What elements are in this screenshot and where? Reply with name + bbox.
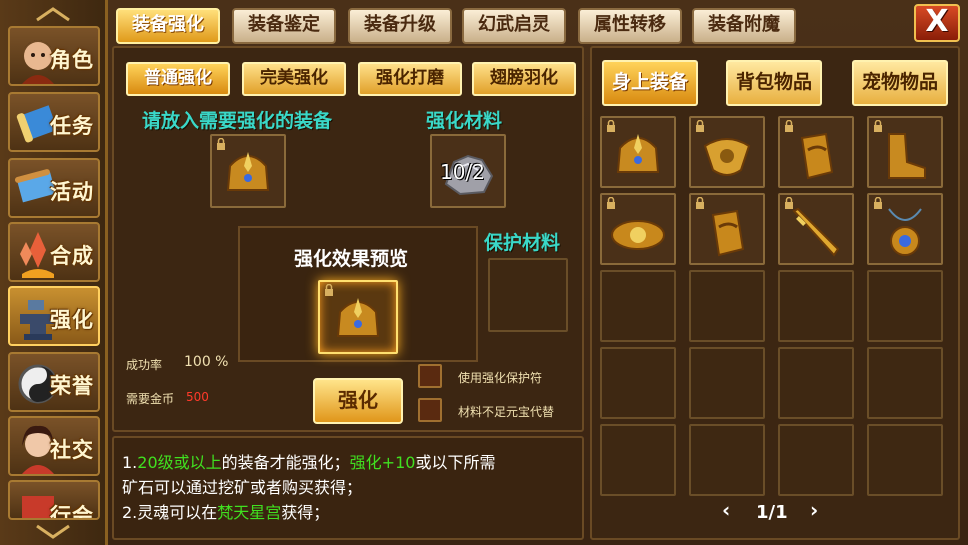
subtab-polish[interactable]: 强化打磨 — [358, 62, 462, 96]
ingot-replace-label: 材料不足元宝代替 — [458, 405, 555, 419]
inventory-slot[interactable] — [689, 116, 765, 188]
helmet-icon — [616, 134, 660, 173]
gold-label: 需要金币 — [126, 392, 175, 406]
helmet-icon — [226, 152, 270, 191]
tab-upgrade[interactable]: 装备升级 — [348, 8, 452, 44]
nav-item-social[interactable]: 社交 — [8, 416, 100, 476]
inventory-slot-empty[interactable] — [778, 270, 854, 342]
tab-transfer[interactable]: 属性转移 — [578, 8, 682, 44]
protect-label: 保护材料 — [484, 232, 561, 254]
nav-item-synthesis[interactable]: 合成 — [8, 222, 100, 282]
protect-slot[interactable] — [488, 258, 568, 332]
preview-slot — [318, 280, 398, 354]
nav-item-event[interactable]: 活动 — [8, 158, 100, 218]
prev-page-icon[interactable]: ‹ — [722, 498, 730, 522]
inventory-slot-empty[interactable] — [600, 424, 676, 496]
info-line-2: 矿石可以通过挖矿或者购买获得； — [122, 478, 363, 497]
inventory-slot-empty[interactable] — [600, 270, 676, 342]
enhance-window: 角色 任务 活动 合成 强化 荣誉 社交 行会 装备强化 装备鉴定 装备升级 幻… — [0, 0, 968, 545]
inventory-slot[interactable] — [867, 193, 943, 265]
nav-label: 角色 — [50, 48, 94, 72]
enhance-button[interactable]: 强化 — [313, 378, 403, 424]
nav-label: 强化 — [50, 308, 94, 332]
inventory-slot-empty[interactable] — [689, 347, 765, 419]
nav-item-enhance[interactable]: 强化 — [8, 286, 100, 346]
nav-item-quest[interactable]: 任务 — [8, 92, 100, 152]
subtab-normal[interactable]: 普通强化 — [126, 62, 230, 96]
ingot-replace-checkbox[interactable] — [418, 398, 442, 422]
info-line-3: 2.灵魂可以在梵天星宫获得； — [122, 503, 330, 522]
inventory-slot-empty[interactable] — [778, 424, 854, 496]
success-rate-value: 100 % — [184, 354, 229, 370]
place-equip-label: 请放入需要强化的装备 — [142, 110, 333, 132]
inventory-slot-empty[interactable] — [867, 347, 943, 419]
nav-scroll-up-icon[interactable] — [28, 4, 78, 24]
inventory-slot[interactable] — [600, 193, 676, 265]
inventory-slot[interactable] — [778, 116, 854, 188]
sword-icon — [792, 207, 840, 257]
subtab-wing[interactable]: 翅膀羽化 — [472, 62, 576, 96]
use-protect-label: 使用强化保护符 — [458, 371, 543, 385]
bracer-icon — [711, 209, 745, 257]
inventory-slot-empty[interactable] — [689, 424, 765, 496]
nav-label: 任务 — [50, 114, 94, 138]
side-nav: 角色 任务 活动 合成 强化 荣誉 社交 行会 — [0, 0, 108, 545]
nav-label: 社交 — [50, 438, 94, 462]
inv-tab-bag[interactable]: 背包物品 — [726, 60, 822, 106]
nav-item-honor[interactable]: 荣誉 — [8, 352, 100, 412]
nav-label: 行会 — [50, 504, 94, 520]
inventory-slot[interactable] — [689, 193, 765, 265]
info-line-1: 1.20级或以上的装备才能强化；强化+10或以下所需 — [122, 453, 496, 472]
success-rate-label: 成功率 — [126, 358, 163, 372]
use-protect-checkbox[interactable] — [418, 364, 442, 388]
close-button[interactable]: X — [914, 4, 960, 42]
inventory-slot[interactable] — [867, 116, 943, 188]
inventory-slot-empty[interactable] — [867, 270, 943, 342]
nav-item-guild[interactable]: 行会 — [8, 480, 100, 520]
tab-identify[interactable]: 装备鉴定 — [232, 8, 336, 44]
necklace-icon — [888, 208, 922, 256]
inventory-slot[interactable] — [778, 193, 854, 265]
nav-label: 合成 — [50, 244, 94, 268]
bracer-icon — [800, 132, 834, 180]
info-box: 1.20级或以上的装备才能强化；强化+10或以下所需 矿石可以通过挖矿或者购买获… — [112, 436, 584, 540]
page-indicator: 1/1 — [756, 502, 788, 523]
next-page-icon[interactable]: › — [810, 498, 818, 522]
inventory-slot-empty[interactable] — [778, 347, 854, 419]
inventory-slot[interactable] — [600, 116, 676, 188]
inv-tab-pet[interactable]: 宠物物品 — [852, 60, 948, 106]
equip-slot[interactable] — [210, 134, 286, 208]
material-count: 10/2 — [440, 160, 485, 184]
inv-tab-equipped[interactable]: 身上装备 — [602, 60, 698, 106]
material-label: 强化材料 — [426, 110, 503, 132]
nav-label: 荣誉 — [50, 374, 94, 398]
belt-icon — [611, 220, 665, 250]
inventory-slot-empty[interactable] — [600, 347, 676, 419]
preview-label: 强化效果预览 — [294, 248, 409, 270]
amulet-icon — [703, 138, 751, 176]
gold-value: 500 — [186, 390, 209, 404]
material-slot[interactable]: 10/2 — [430, 134, 506, 208]
nav-label: 活动 — [50, 180, 94, 204]
tab-enchant[interactable]: 装备附魔 — [692, 8, 796, 44]
tab-awaken[interactable]: 幻武启灵 — [462, 8, 566, 44]
helmet-icon — [336, 298, 380, 337]
subtab-perfect[interactable]: 完美强化 — [242, 62, 346, 96]
nav-item-character[interactable]: 角色 — [8, 26, 100, 86]
boots-icon — [888, 133, 926, 179]
inventory-slot-empty[interactable] — [689, 270, 765, 342]
inventory-slot-empty[interactable] — [867, 424, 943, 496]
tab-enhance[interactable]: 装备强化 — [116, 8, 220, 44]
nav-scroll-down-icon[interactable] — [28, 522, 78, 542]
